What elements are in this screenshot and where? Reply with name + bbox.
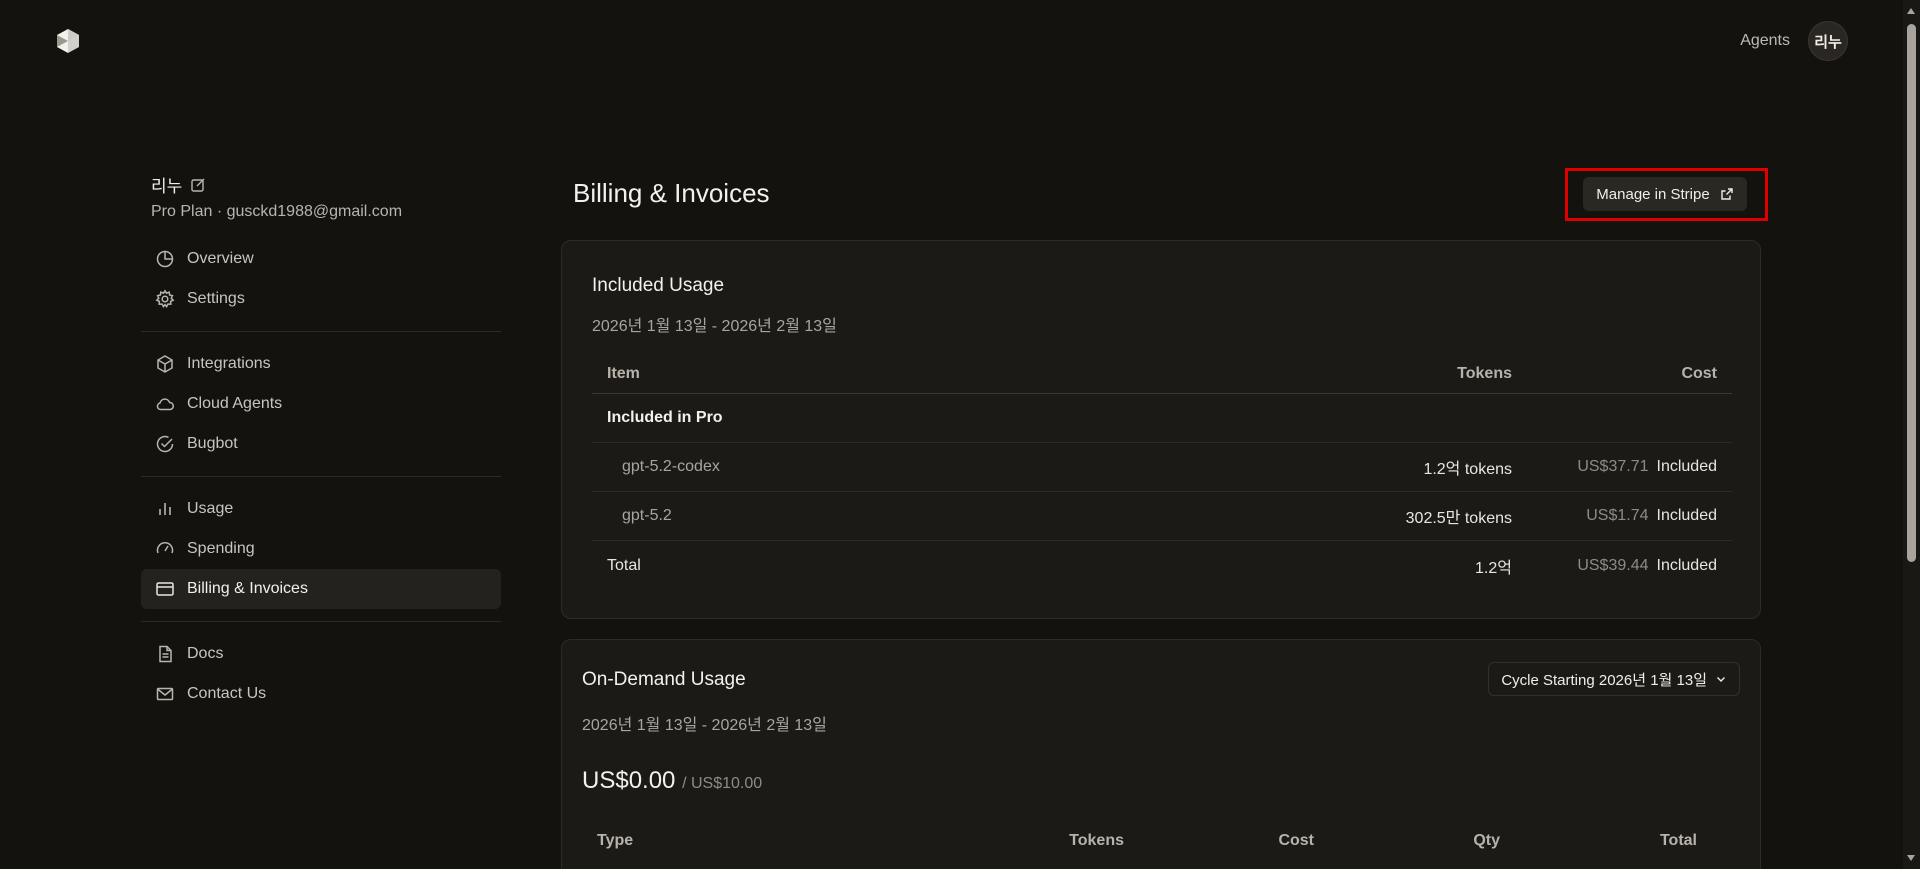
sidebar-item-docs[interactable]: Docs (141, 634, 501, 674)
sidebar-nav: Overview Settings Integrations Cloud Age… (141, 239, 501, 714)
column-header-total: Total (1659, 832, 1697, 849)
group-label: Included in Pro (607, 409, 723, 426)
column-spacer (1002, 832, 1012, 850)
sidebar-item-usage[interactable]: Usage (141, 489, 501, 529)
sidebar-item-settings[interactable]: Settings (141, 279, 501, 319)
on-demand-date-range: 2026년 1월 13일 - 2026년 2월 13일 (582, 717, 827, 734)
sidebar-item-integrations[interactable]: Integrations (141, 344, 501, 384)
sidebar-item-label: Docs (187, 645, 224, 662)
table-total-row: Total 1.2억 US$39.44 Included (592, 541, 1732, 590)
on-demand-limit: / US$10.00 (682, 775, 763, 792)
agents-link[interactable]: Agents (1740, 32, 1790, 50)
gear-icon (155, 289, 175, 308)
table-group-row: Included in Pro (592, 394, 1732, 443)
row-status: Included (1656, 507, 1718, 524)
column-header-cost: Cost (1681, 364, 1717, 382)
edit-icon[interactable] (190, 177, 206, 193)
pie-chart-icon (156, 250, 174, 268)
cycle-select[interactable]: Cycle Starting 2026년 1월 13일 (1488, 662, 1740, 696)
gauge-icon (156, 542, 174, 554)
user-name-row: 리누 (141, 172, 501, 197)
scrollbar[interactable] (1903, 0, 1920, 869)
credit-card-icon (156, 582, 174, 596)
user-name: 리누 (151, 177, 183, 196)
sidebar-item-label: Settings (187, 290, 245, 307)
total-cost-cell: US$39.44 Included (1512, 557, 1732, 575)
page-title: Billing & Invoices (573, 178, 770, 208)
sidebar-item-label: Overview (187, 250, 254, 267)
included-usage-title: Included Usage (592, 275, 725, 296)
sidebar-divider (141, 621, 501, 622)
table-row: gpt-5.2-codex 1.2억 tokens US$37.71 Includ… (592, 443, 1732, 492)
row-cost: US$1.74 (1586, 507, 1649, 524)
chevron-down-icon (1717, 677, 1725, 682)
scrollbar-thumb[interactable] (1907, 24, 1916, 562)
manage-in-stripe-button[interactable]: Manage in Stripe (1583, 177, 1747, 211)
manage-in-stripe-highlight: Manage in Stripe (1565, 168, 1768, 221)
row-cost-cell: US$1.74 Included (1512, 507, 1732, 525)
row-tokens: 302.5만 tokens (1405, 510, 1512, 527)
on-demand-usage-title: On-Demand Usage (582, 669, 746, 690)
total-cost: US$39.44 (1577, 556, 1649, 574)
on-demand-spent: US$0.00 (582, 767, 676, 794)
sidebar-item-label: Bugbot (187, 435, 238, 452)
included-usage-table: Item Tokens Cost Included in Pro gpt-5.2… (592, 354, 1732, 590)
mail-icon (156, 687, 174, 701)
document-icon (159, 645, 172, 663)
sidebar-item-label: Usage (187, 500, 234, 517)
column-header-tokens: Tokens (1457, 364, 1512, 382)
row-cost: US$37.71 (1577, 458, 1649, 475)
cycle-select-label: Cycle Starting 2026년 1월 13일 (1501, 671, 1707, 689)
external-link-icon (1721, 188, 1733, 200)
total-label: Total (607, 556, 641, 574)
cloud-icon (156, 398, 175, 411)
sidebar-item-label: Billing & Invoices (187, 580, 308, 597)
sidebar-item-contact-us[interactable]: Contact Us (141, 674, 501, 714)
cube-icon (157, 355, 173, 373)
bar-chart-icon (159, 503, 171, 515)
column-header-type: Type (597, 832, 634, 849)
included-usage-card: Included Usage 2026년 1월 13일 - 2026년 2월 1… (561, 240, 1761, 619)
row-cost-cell: US$37.71 Included (1512, 458, 1732, 476)
sidebar-item-label: Cloud Agents (187, 395, 283, 412)
sidebar-item-label: Contact Us (187, 685, 267, 702)
sidebar-item-label: Spending (187, 540, 255, 557)
check-circle-icon (156, 435, 174, 453)
user-plan-email: Pro Plan · gusckd1988@gmail.com (151, 203, 403, 220)
column-header-tokens: Tokens (1069, 832, 1124, 849)
sidebar-item-spending[interactable]: Spending (141, 529, 501, 569)
row-status: Included (1656, 458, 1718, 475)
avatar[interactable]: 리누 (1808, 21, 1848, 61)
column-header-cost: Cost (1278, 832, 1314, 849)
on-demand-table-header: Type Tokens Cost Qty Total (582, 832, 1742, 850)
on-demand-usage-card: On-Demand Usage Cycle Starting 2026년 1월 … (561, 639, 1761, 869)
sidebar-item-billing-invoices[interactable]: Billing & Invoices (141, 569, 501, 609)
sidebar-divider (141, 331, 501, 332)
sidebar-item-overview[interactable]: Overview (141, 239, 501, 279)
cube-logo-icon[interactable] (54, 27, 82, 55)
sidebar-item-cloud-agents[interactable]: Cloud Agents (141, 384, 501, 424)
table-row: gpt-5.2 302.5만 tokens US$1.74 Included (592, 492, 1732, 541)
scroll-down-arrow-icon[interactable] (1907, 855, 1915, 861)
total-tokens: 1.2억 (1475, 559, 1512, 577)
column-header-qty: Qty (1473, 832, 1500, 849)
sidebar-item-bugbot[interactable]: Bugbot (141, 424, 501, 464)
row-item: gpt-5.2 (622, 507, 672, 524)
on-demand-amount: US$0.00 / US$10.00 (582, 767, 762, 795)
sidebar: 리누 Pro Plan · gusckd1988@gmail.com Overv… (141, 172, 501, 714)
sidebar-item-label: Integrations (187, 355, 271, 372)
column-header-item: Item (607, 364, 640, 382)
row-item: gpt-5.2-codex (622, 458, 720, 475)
scroll-up-arrow-icon[interactable] (1907, 8, 1915, 14)
table-header-row: Item Tokens Cost (592, 354, 1732, 394)
row-tokens: 1.2억 tokens (1423, 461, 1512, 478)
manage-in-stripe-label: Manage in Stripe (1596, 185, 1710, 203)
sidebar-divider (141, 476, 501, 477)
top-nav: Agents 리누 (1740, 21, 1848, 61)
total-status: Included (1656, 556, 1718, 574)
included-usage-date-range: 2026년 1월 13일 - 2026년 2월 13일 (592, 318, 837, 335)
